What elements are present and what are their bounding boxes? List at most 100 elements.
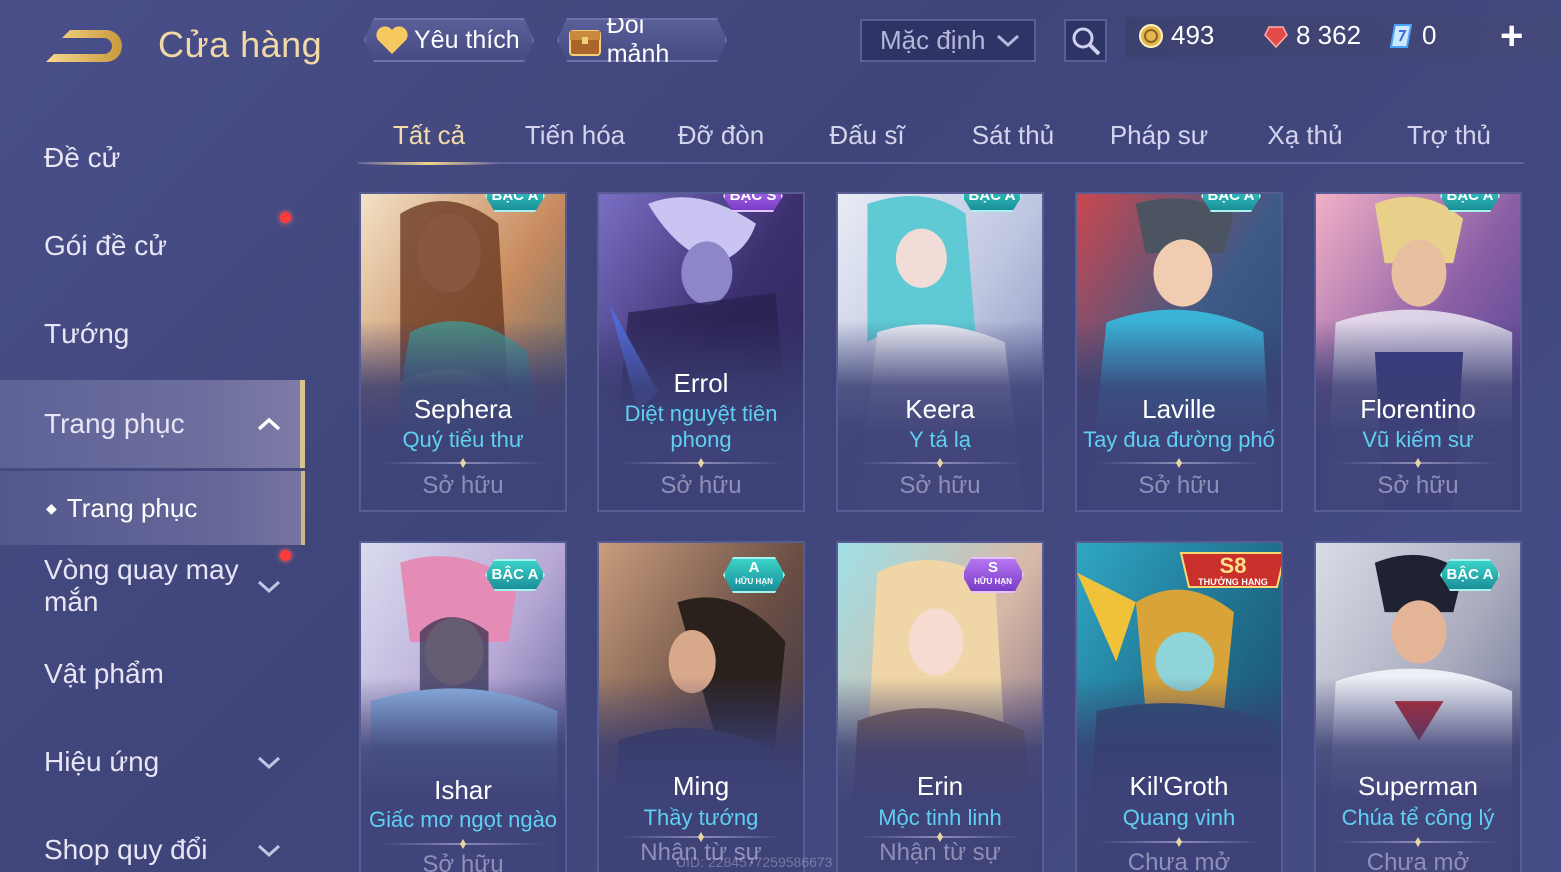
divider <box>858 462 1022 464</box>
season-reward-badge: S8 THƯỞNG HẠNG <box>1179 552 1281 588</box>
gold-currency: 493 <box>1137 20 1214 51</box>
divider <box>1336 462 1500 464</box>
add-currency-button[interactable]: + <box>1500 16 1523 56</box>
skin-name: Y tá lạ <box>909 427 971 452</box>
tab-marksman[interactable]: Xạ thủ <box>1238 108 1372 162</box>
svg-text:S8: S8 <box>1220 553 1247 578</box>
favorite-button[interactable]: Yêu thích <box>364 18 534 62</box>
hero-name: Errol <box>673 368 729 398</box>
divider <box>1097 462 1261 464</box>
sidebar-item-label: Gói đề cử <box>44 230 168 261</box>
top-bar: Cửa hàng Yêu thích Đổi mảnh Mặc định 493… <box>0 0 1561 90</box>
exchange-label: Đổi mảnh <box>606 11 670 68</box>
tier-badge: S HỮU HẠN <box>962 557 1024 593</box>
sidebar-item-effects[interactable]: Hiệu ứng <box>0 724 300 800</box>
tab-fighter[interactable]: Đấu sĩ <box>800 108 934 162</box>
notification-dot <box>280 550 291 561</box>
notification-dot <box>280 212 291 223</box>
skin-card[interactable]: BẬC A Superman Chúa tể công lý Chưa mở <box>1314 541 1522 872</box>
skin-card[interactable]: S HỮU HẠN Erin Mộc tinh linh Nhận từ sự <box>836 541 1044 872</box>
voucher-amount: 0 <box>1422 20 1437 50</box>
hero-name: Erin <box>916 771 964 801</box>
ownership-status: Chưa mở <box>1127 849 1231 872</box>
skin-card[interactable]: BẬC A Florentino Vũ kiếm sư Sở hữu <box>1314 192 1522 512</box>
skin-name: Quý tiểu thư <box>402 427 524 452</box>
gold-amount: 493 <box>1171 20 1215 50</box>
sidebar-item-recommended-packs[interactable]: Gói đề cử <box>0 208 300 284</box>
sidebar-item-label: Vòng quay may mắn <box>44 554 239 617</box>
skin-card[interactable]: BẬC A Ishar Giấc mơ ngọt ngào Sở hữu <box>359 541 567 872</box>
hero-name: Sephera <box>413 394 513 424</box>
sidebar-item-label: Đề cử <box>44 142 121 173</box>
skin-name: Thầy tướng <box>643 805 759 830</box>
sidebar-item-heroes[interactable]: Tướng <box>0 296 300 372</box>
skin-card[interactable]: A HỮU HẠN Ming Thầy tướng Nhận từ sự <box>597 541 805 872</box>
sidebar-item-label: Shop quy đổi <box>44 834 208 865</box>
skin-card[interactable]: BẬC A Sephera Quý tiểu thư Sở hữu <box>359 192 567 512</box>
sidebar-item-label: Tướng <box>44 318 130 349</box>
hero-name: Florentino <box>1360 394 1476 424</box>
back-arrow-icon <box>46 30 122 62</box>
sidebar-item-lucky-wheel[interactable]: Vòng quay may mắn <box>0 550 300 622</box>
skin-card[interactable]: S8 THƯỞNG HẠNG Kil'Groth Quang vinh Chưa… <box>1075 541 1283 872</box>
tier-badge: A HỮU HẠN <box>723 557 785 593</box>
tab-mage[interactable]: Pháp sư <box>1092 108 1226 162</box>
tier-badge: BẬC A <box>1440 192 1500 212</box>
tab-tank[interactable]: Đỡ đòn <box>654 108 788 162</box>
tab-all[interactable]: Tất cả <box>358 108 500 165</box>
sidebar-item-exchange-shop[interactable]: Shop quy đổi <box>0 812 300 872</box>
user-id-watermark: UID: 2284577259586673 <box>676 854 833 870</box>
divider <box>619 462 783 464</box>
ownership-status: Nhận từ sự <box>879 839 1001 866</box>
sidebar-subitem-label: Trang phục <box>66 492 198 523</box>
hero-name: Superman <box>1358 771 1478 801</box>
sort-value: Mặc định <box>880 25 986 55</box>
skin-name: Chúa tể công lý <box>1341 805 1495 830</box>
divider <box>381 462 545 464</box>
divider <box>858 836 1022 838</box>
red-gem-icon <box>1262 22 1290 50</box>
voucher-currency: 0 <box>1388 20 1436 51</box>
sidebar-item-recommended[interactable]: Đề cử <box>0 120 300 196</box>
tab-evolution[interactable]: Tiến hóa <box>508 108 642 162</box>
ownership-status: Sở hữu <box>899 472 981 499</box>
skin-name: Tay đua đường phố <box>1083 427 1275 452</box>
skin-card[interactable]: BẬC A Laville Tay đua đường phố Sở hữu <box>1075 192 1283 512</box>
sidebar-subitem-skins[interactable]: ◆ Trang phục <box>0 471 305 545</box>
ownership-status: Sở hữu <box>1377 472 1459 499</box>
ownership-status: Sở hữu <box>660 472 742 499</box>
sidebar-item-items[interactable]: Vật phẩm <box>0 636 300 712</box>
gold-coin-icon <box>1137 22 1165 50</box>
divider <box>1336 841 1500 843</box>
chevron-down-icon <box>257 580 281 594</box>
skin-name: Mộc tinh linh <box>878 805 1002 830</box>
tier-badge: BẬC A <box>485 192 545 212</box>
chevron-up-icon <box>257 417 281 431</box>
sidebar: Đề cử Gói đề cử Tướng Trang phục ◆ Trang… <box>0 100 305 872</box>
ownership-status: Chưa mở <box>1366 849 1470 872</box>
search-icon <box>1072 27 1100 55</box>
gem-amount: 8 362 <box>1296 20 1362 50</box>
hero-name: Ishar <box>434 775 492 805</box>
ownership-status: Sở hữu <box>1138 472 1220 499</box>
divider <box>619 836 783 838</box>
tab-support[interactable]: Trợ thủ <box>1382 108 1516 162</box>
tab-assassin[interactable]: Sát thủ <box>946 108 1080 162</box>
search-button[interactable] <box>1064 19 1107 62</box>
favorite-label: Yêu thích <box>414 25 520 54</box>
exchange-fragments-button[interactable]: Đổi mảnh <box>557 18 727 62</box>
sort-dropdown[interactable]: Mặc định <box>860 19 1036 62</box>
chevron-down-icon <box>257 844 281 858</box>
skin-card[interactable]: BẬC S Errol Diệt nguyệt tiên phong Sở hữ… <box>597 192 805 512</box>
skin-name: Vũ kiếm sư <box>1362 427 1474 452</box>
category-tabs: Tất cả Tiến hóa Đỡ đòn Đấu sĩ Sát thủ Ph… <box>358 108 1524 165</box>
ownership-status: Sở hữu <box>422 472 504 499</box>
skin-name: Quang vinh <box>1122 805 1236 830</box>
skin-name: Giấc mơ ngọt ngào <box>368 807 558 832</box>
page-title: Cửa hàng <box>158 24 323 65</box>
chevron-down-icon <box>996 34 1020 47</box>
skin-card[interactable]: BẬC A Keera Y tá lạ Sở hữu <box>836 192 1044 512</box>
back-button[interactable] <box>40 22 126 70</box>
sidebar-item-skins[interactable]: Trang phục <box>0 380 305 468</box>
diamond-bullet-icon: ◆ <box>46 499 57 516</box>
